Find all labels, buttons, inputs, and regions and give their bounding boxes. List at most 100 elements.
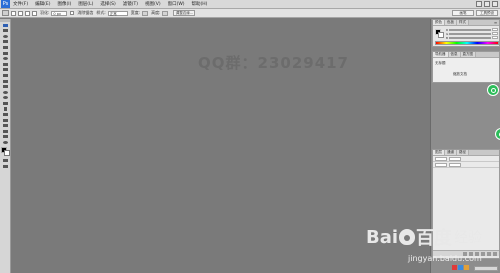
tool-presets-tab[interactable]: 工具预设 — [476, 10, 498, 16]
color-panel-body: R G B — [433, 26, 499, 46]
magic-wand-tool-icon[interactable] — [1, 39, 10, 44]
eyedropper-tool-icon[interactable] — [1, 129, 10, 134]
brushes-tab[interactable]: 画笔 — [452, 10, 474, 16]
panel-color-swatches[interactable] — [435, 29, 444, 38]
style-select[interactable]: 正常 — [107, 10, 128, 16]
color-spectrum[interactable] — [435, 41, 499, 45]
new-selection-icon[interactable] — [11, 10, 16, 16]
height-label: 高度: — [151, 10, 161, 15]
red-track[interactable] — [449, 28, 491, 31]
green-slider[interactable]: G — [446, 32, 498, 36]
tab-paths[interactable]: 路径 — [457, 150, 469, 155]
tray-icon-red[interactable] — [452, 265, 457, 270]
menu-list: 文件(F) 编辑(E) 图像(I) 图层(L) 选择(S) 滤镜(T) 视图(V… — [13, 1, 214, 7]
slice-tool-icon[interactable] — [1, 51, 10, 56]
eraser-tool-icon[interactable] — [1, 79, 10, 84]
height-input[interactable] — [162, 10, 169, 16]
app-logo: Ps — [1, 0, 10, 8]
refine-edge-button[interactable]: 调整边缘... — [173, 10, 196, 16]
menu-file[interactable]: 文件(F) — [13, 1, 28, 7]
blur-tool-icon[interactable] — [1, 90, 10, 95]
menu-filter[interactable]: 滤镜(T) — [123, 1, 138, 7]
history-brush-tool-icon[interactable] — [1, 73, 10, 78]
green-track[interactable] — [449, 32, 491, 35]
zoom-tool-icon[interactable] — [1, 140, 10, 145]
add-selection-icon[interactable] — [18, 10, 23, 16]
crop-tool-icon[interactable] — [1, 45, 10, 50]
lasso-tool-icon[interactable] — [1, 34, 10, 39]
red-value[interactable] — [492, 28, 498, 31]
maximize-icon[interactable] — [484, 1, 490, 7]
red-slider[interactable]: R — [446, 28, 498, 32]
color-panel: 颜色 色板 样式 ≡ R G B — [432, 19, 500, 47]
list-item[interactable]: 无标题 — [435, 61, 446, 66]
width-input[interactable] — [142, 10, 149, 16]
tab-navigator[interactable]: 导航器 — [433, 52, 449, 57]
path-selection-tool-icon[interactable] — [1, 112, 10, 117]
tab-layers[interactable]: 图层 — [433, 150, 445, 155]
tray-icon-orange[interactable] — [464, 265, 469, 270]
panel-background-color[interactable] — [438, 32, 444, 38]
pen-tool-icon[interactable] — [1, 101, 10, 106]
shape-tool-icon[interactable] — [1, 118, 10, 123]
menu-bar: Ps 文件(F) 编辑(E) 图像(I) 图层(L) 选择(S) 滤镜(T) 视… — [0, 0, 500, 9]
tab-swatches[interactable]: 色板 — [445, 20, 457, 25]
gradient-tool-icon[interactable] — [1, 84, 10, 89]
toolbox-grip[interactable] — [0, 19, 10, 22]
menu-icon[interactable]: ≡ — [493, 21, 498, 25]
tool-preset-picker[interactable] — [2, 10, 9, 16]
menu-image[interactable]: 图像(I) — [57, 1, 71, 7]
menu-select[interactable]: 选择(S) — [100, 1, 115, 7]
tab-info[interactable]: 信息 — [448, 52, 461, 57]
menu-help[interactable]: 帮助(H) — [192, 1, 208, 7]
menu-layer[interactable]: 图层(L) — [78, 1, 93, 7]
blue-track[interactable] — [449, 36, 491, 39]
close-icon[interactable] — [492, 1, 498, 7]
type-tool-icon[interactable] — [1, 107, 10, 112]
screen-mode-icon[interactable] — [1, 164, 10, 169]
menu-view[interactable]: 视图(V) — [145, 1, 161, 7]
antialias-checkbox[interactable] — [70, 11, 75, 15]
blue-slider[interactable]: B — [446, 36, 498, 40]
green-value[interactable] — [492, 32, 498, 35]
qq-watermark: QQ群：23029417 — [198, 54, 349, 72]
blue-value[interactable] — [492, 36, 498, 39]
list-item[interactable]: 缩放文档 — [453, 72, 467, 77]
menu-edit[interactable]: 编辑(E) — [35, 1, 50, 7]
opacity-field[interactable] — [449, 156, 461, 161]
background-color[interactable] — [4, 150, 10, 157]
style-label: 样式: — [96, 10, 106, 15]
floating-share-button[interactable] — [487, 84, 499, 96]
new-layer-icon[interactable] — [487, 251, 491, 256]
tab-histogram[interactable]: 直方图 — [460, 52, 476, 57]
minimize-icon[interactable] — [476, 1, 482, 7]
marquee-tool-icon[interactable] — [1, 28, 10, 33]
width-label: 宽度: — [130, 10, 141, 15]
floating-side-button[interactable] — [495, 128, 500, 140]
subtract-selection-icon[interactable] — [25, 10, 30, 16]
clone-stamp-tool-icon[interactable] — [1, 67, 10, 72]
feather-input[interactable]: 0 px — [51, 10, 68, 16]
intersect-selection-icon[interactable] — [32, 10, 37, 16]
brush-tool-icon[interactable] — [1, 62, 10, 67]
antialias-label: 消除锯齿 — [77, 10, 94, 15]
tab-channels[interactable]: 通道 — [445, 150, 457, 155]
tray-icon-blue[interactable] — [458, 265, 463, 270]
lock-icons[interactable] — [435, 162, 447, 167]
move-tool-icon[interactable] — [1, 23, 10, 28]
healing-brush-tool-icon[interactable] — [1, 56, 10, 61]
notes-tool-icon[interactable] — [1, 123, 10, 128]
delete-layer-icon[interactable] — [493, 251, 497, 256]
tab-color[interactable]: 颜色 — [433, 20, 445, 25]
tab-styles[interactable]: 样式 — [457, 20, 469, 25]
hand-tool-icon[interactable] — [1, 134, 10, 139]
blend-mode-select[interactable] — [435, 156, 447, 161]
menu-window[interactable]: 窗口(W) — [168, 1, 185, 7]
color-swatches[interactable] — [1, 147, 10, 157]
dodge-tool-icon[interactable] — [1, 95, 10, 100]
quick-mask-icon[interactable] — [1, 158, 10, 163]
palette-well: 画笔 工具预设 — [450, 10, 498, 16]
layers-lock-row — [433, 162, 499, 168]
fill-field[interactable] — [449, 162, 461, 167]
options-bar: 羽化: 0 px 消除锯齿 样式: 正常 宽度: 高度: 调整边缘... 画笔 … — [0, 9, 500, 18]
